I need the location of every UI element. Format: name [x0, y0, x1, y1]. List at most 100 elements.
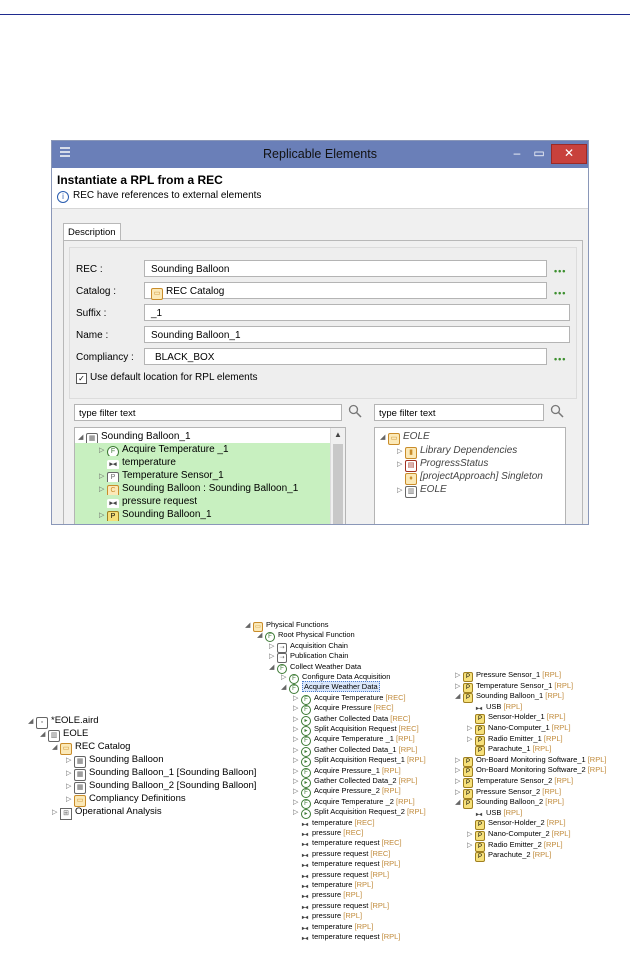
- name-field[interactable]: Sounding Balloon_1: [144, 326, 570, 343]
- collapsed-arrow-icon[interactable]: ▷: [293, 746, 301, 755]
- tree-item[interactable]: ▷ ▮ Library Dependencies: [397, 444, 517, 459]
- collapsed-arrow-icon[interactable]: ▷: [66, 755, 74, 766]
- collapsed-arrow-icon[interactable]: ▷: [66, 781, 74, 792]
- tree-item[interactable]: ▸◂ temperature request [RPL]: [301, 932, 400, 943]
- left-tree-scrollbar[interactable]: ▲: [330, 428, 345, 524]
- tree-item[interactable]: ▸◂ pressure request [RPL]: [301, 870, 389, 881]
- tree-item[interactable]: ▷ P Temperature Sensor_1: [75, 469, 330, 484]
- tree-item[interactable]: ◢ ▭ EOLE: [380, 430, 430, 445]
- tree-item[interactable]: ♦ [projectApproach] Singleton: [405, 470, 543, 485]
- collapsed-arrow-icon[interactable]: ▷: [66, 794, 74, 805]
- tree-item[interactable]: ▷ ▤ ProgressStatus: [397, 457, 488, 472]
- collapsed-arrow-icon[interactable]: ▷: [455, 756, 463, 765]
- expanded-arrow-icon[interactable]: ◢: [380, 431, 388, 444]
- expanded-arrow-icon[interactable]: ◢: [269, 663, 277, 672]
- expanded-arrow-icon[interactable]: ◢: [245, 621, 253, 630]
- tree-item[interactable]: ▸◂ temperature request [RPL]: [301, 859, 400, 871]
- left-filter-input[interactable]: type filter text: [74, 404, 342, 421]
- expanded-arrow-icon[interactable]: ◢: [52, 742, 60, 753]
- tree-item[interactable]: ▸◂ USB [RPL]: [475, 702, 522, 713]
- maximize-button[interactable]: ▭: [530, 144, 548, 162]
- expanded-arrow-icon[interactable]: ◢: [455, 692, 463, 701]
- tree-item[interactable]: ▸◂ pressure request: [75, 495, 330, 509]
- collapsed-arrow-icon[interactable]: ▷: [293, 725, 301, 734]
- expanded-arrow-icon[interactable]: ◢: [455, 798, 463, 807]
- tree-item[interactable]: ▸◂ pressure [REC]: [301, 828, 363, 839]
- collapsed-arrow-icon[interactable]: ▷: [281, 673, 289, 682]
- expanded-arrow-icon[interactable]: ◢: [28, 716, 36, 727]
- collapsed-arrow-icon[interactable]: ▷: [293, 735, 301, 744]
- checkbox-check-icon[interactable]: ✓: [76, 373, 87, 384]
- model-tree-item[interactable]: ▷ ▦ Sounding Balloon_2 [Sounding Balloon]: [66, 780, 256, 794]
- collapsed-arrow-icon[interactable]: ▷: [293, 777, 301, 786]
- expanded-arrow-icon[interactable]: ◢: [40, 729, 48, 740]
- collapsed-arrow-icon[interactable]: ▷: [293, 715, 301, 724]
- model-tree-item[interactable]: ▷ ▭ Compliancy Definitions: [66, 793, 186, 807]
- collapsed-arrow-icon[interactable]: ▷: [66, 768, 74, 779]
- minimize-button[interactable]: –: [508, 144, 526, 162]
- catalog-field[interactable]: ▭ REC Catalog: [144, 282, 547, 300]
- tree-item[interactable]: ▸◂ USB [RPL]: [475, 808, 522, 819]
- collapsed-arrow-icon[interactable]: ▷: [269, 652, 277, 661]
- catalog-browse-button[interactable]: •••: [554, 288, 566, 298]
- collapsed-arrow-icon[interactable]: ▷: [269, 642, 277, 651]
- model-tree-item[interactable]: ◢ ▥ EOLE: [40, 728, 88, 742]
- tree-item[interactable]: ▷ F Acquire Temperature _1: [75, 443, 330, 458]
- collapsed-arrow-icon[interactable]: ▷: [455, 777, 463, 786]
- collapsed-arrow-icon[interactable]: ▷: [455, 671, 463, 680]
- expanded-arrow-icon[interactable]: ◢: [281, 683, 289, 692]
- collapsed-arrow-icon[interactable]: ▷: [467, 841, 475, 850]
- tree-item[interactable]: ▸◂ temperature: [75, 456, 330, 470]
- collapsed-arrow-icon[interactable]: ▷: [467, 735, 475, 744]
- model-tree-item[interactable]: ▷ ▦ Sounding Balloon_1 [Sounding Balloon]: [66, 767, 256, 781]
- collapsed-arrow-icon[interactable]: ▷: [397, 458, 405, 471]
- tree-item[interactable]: ▷ P Sounding Balloon_1: [75, 508, 330, 523]
- collapsed-arrow-icon[interactable]: ▷: [52, 807, 60, 818]
- suffix-field[interactable]: _1: [144, 304, 570, 321]
- model-tree-item[interactable]: ▷ ⊞ Operational Analysis: [52, 806, 162, 820]
- right-tree[interactable]: ◢ ▭ EOLE ▷ ▮ Library Dependencies ▷ ▤ Progress…: [374, 427, 566, 524]
- rec-browse-button[interactable]: •••: [554, 266, 566, 276]
- tab-description[interactable]: Description: [63, 223, 121, 241]
- title-bar[interactable]: Replicable Elements – ▭ ✕: [52, 141, 588, 168]
- collapsed-arrow-icon[interactable]: ▷: [467, 724, 475, 733]
- right-filter-input[interactable]: type filter text: [374, 404, 544, 421]
- collapsed-arrow-icon[interactable]: ▷: [293, 756, 301, 765]
- expanded-arrow-icon[interactable]: ◢: [257, 631, 265, 640]
- collapsed-arrow-icon[interactable]: ▷: [397, 484, 405, 497]
- model-tree-item[interactable]: ▷ ▦ Sounding Balloon: [66, 754, 163, 768]
- scroll-up-icon[interactable]: ▲: [334, 430, 342, 439]
- tree-item[interactable]: ▸◂ temperature [RPL]: [301, 922, 373, 933]
- collapsed-arrow-icon[interactable]: ▷: [293, 704, 301, 713]
- tree-item[interactable]: ▸◂ temperature [REC]: [301, 818, 375, 829]
- tree-item[interactable]: ▸◂ pressure request [REC]: [301, 849, 390, 860]
- collapsed-arrow-icon[interactable]: ▷: [467, 830, 475, 839]
- collapsed-arrow-icon[interactable]: ▷: [293, 798, 301, 807]
- collapsed-arrow-icon[interactable]: ▷: [455, 682, 463, 691]
- close-button[interactable]: ✕: [551, 144, 587, 164]
- tree-item[interactable]: P Parachute_2 [RPL]: [475, 850, 551, 863]
- collapsed-arrow-icon[interactable]: ▷: [293, 694, 301, 703]
- left-search-icon[interactable]: [348, 404, 362, 418]
- tree-item[interactable]: ▸◂ pressure [RPL]: [301, 890, 362, 902]
- tree-item[interactable]: ▸◂ temperature request [REC]: [301, 838, 402, 850]
- tree-item[interactable]: ◢ ▦ Sounding Balloon_1: [78, 430, 328, 445]
- compliancy-browse-button[interactable]: •••: [554, 354, 566, 364]
- right-search-icon[interactable]: [550, 404, 564, 418]
- tree-item[interactable]: ▷ ▥ EOLE: [397, 483, 447, 498]
- scroll-thumb[interactable]: [333, 444, 343, 524]
- rec-field[interactable]: Sounding Balloon: [144, 260, 547, 277]
- tree-item[interactable]: ▸◂ temperature [RPL]: [301, 880, 373, 891]
- left-tree[interactable]: ◢ ▦ Sounding Balloon_1 ▷ F Acquire Temperatu…: [74, 427, 346, 524]
- collapsed-arrow-icon[interactable]: ▷: [293, 767, 301, 776]
- collapsed-arrow-icon[interactable]: ▷: [455, 766, 463, 775]
- tree-item[interactable]: ▷ C Sounding Balloon : Sounding Balloon_1: [75, 482, 330, 497]
- compliancy-field[interactable]: BLACK_BOX: [144, 348, 547, 365]
- model-tree-item[interactable]: ◢ ▫ *EOLE.aird: [28, 715, 99, 729]
- default-location-checkbox[interactable]: ✓ Use default location for RPL elements: [76, 372, 258, 384]
- collapsed-arrow-icon[interactable]: ▷: [455, 788, 463, 797]
- model-tree-item[interactable]: ◢ ▭ REC Catalog: [52, 741, 130, 755]
- collapsed-arrow-icon[interactable]: ▷: [293, 787, 301, 796]
- collapsed-arrow-icon[interactable]: ▷: [293, 808, 301, 817]
- tree-item[interactable]: ▸◂ pressure request [RPL]: [301, 901, 389, 912]
